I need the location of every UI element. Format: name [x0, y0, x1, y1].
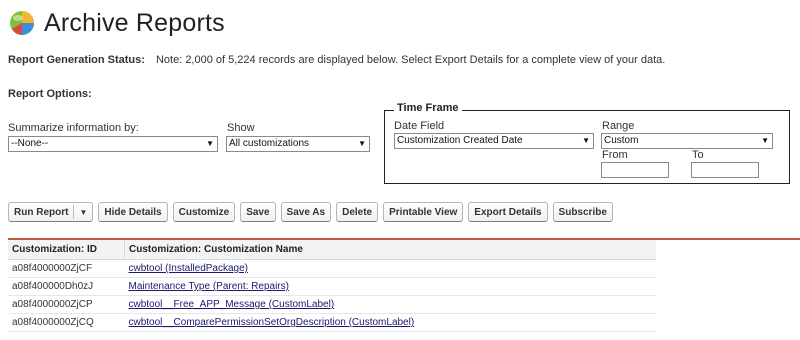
from-date-input[interactable] — [601, 162, 669, 178]
table-header-row: Customization: ID Customization: Customi… — [8, 240, 656, 260]
page-header: Archive Reports — [8, 6, 225, 40]
cell-id: a08f400000Dh0zJ — [8, 277, 125, 296]
show-select-value: All customizations — [229, 138, 310, 149]
run-report-button[interactable]: Run Report ▼ — [8, 202, 94, 222]
export-details-button[interactable]: Export Details — [468, 202, 548, 222]
chevron-down-icon[interactable]: ▼ — [79, 208, 87, 217]
column-header-id[interactable]: Customization: ID — [8, 240, 125, 260]
column-header-name[interactable]: Customization: Customization Name — [124, 240, 656, 260]
customization-link[interactable]: cwbtool (InstalledPackage) — [129, 263, 249, 274]
range-label: Range — [602, 120, 635, 132]
cell-name: cwbtool__Free_APP_Message (CustomLabel) — [124, 295, 656, 314]
customization-link[interactable]: Maintenance Type (Parent: Repairs) — [129, 281, 289, 292]
date-field-select[interactable]: Customization Created Date ▼ — [394, 133, 594, 149]
table-row: a08f4000000ZjCP cwbtool__Free_APP_Messag… — [8, 295, 656, 314]
chevron-down-icon: ▼ — [582, 136, 590, 145]
button-divider — [73, 205, 75, 219]
customize-button[interactable]: Customize — [172, 202, 236, 222]
to-date-input[interactable] — [691, 162, 759, 178]
table-row: a08f4000000ZjCQ cwbtool__ComparePermissi… — [8, 313, 656, 332]
page-title: Archive Reports — [44, 8, 225, 37]
cell-name: cwbtool__ComparePermissionSetOrgDescript… — [124, 313, 656, 332]
reports-logo-icon — [10, 11, 34, 35]
printable-view-button[interactable]: Printable View — [383, 202, 464, 222]
date-field-label: Date Field — [394, 120, 445, 132]
to-label: To — [692, 149, 704, 161]
report-status: Report Generation Status: Note: 2,000 of… — [8, 54, 665, 66]
table-row: a08f400000Dh0zJ Maintenance Type (Parent… — [8, 277, 656, 296]
report-toolbar: Run Report ▼ Hide Details Customize Save… — [8, 202, 613, 222]
timeframe-legend: Time Frame — [394, 102, 462, 114]
chevron-down-icon: ▼ — [761, 136, 769, 145]
subscribe-button[interactable]: Subscribe — [552, 202, 613, 222]
cell-id: a08f4000000ZjCQ — [8, 313, 125, 332]
delete-button[interactable]: Delete — [336, 202, 379, 222]
table-row: a08f4000000ZjCF cwbtool (InstalledPackag… — [8, 259, 656, 278]
report-table: Customization: ID Customization: Customi… — [8, 240, 656, 332]
cell-name: cwbtool (InstalledPackage) — [124, 259, 656, 278]
report-options-label: Report Options: — [8, 88, 92, 100]
run-report-label: Run Report — [14, 206, 69, 218]
date-field-value: Customization Created Date — [397, 135, 523, 146]
customization-link[interactable]: cwbtool__ComparePermissionSetOrgDescript… — [129, 317, 415, 328]
chevron-down-icon: ▼ — [206, 139, 214, 148]
range-value: Custom — [604, 135, 639, 146]
save-as-button[interactable]: Save As — [280, 202, 332, 222]
summarize-select[interactable]: --None-- ▼ — [8, 136, 218, 152]
status-note: Note: 2,000 of 5,224 records are display… — [155, 54, 666, 66]
save-button[interactable]: Save — [240, 202, 276, 222]
summarize-select-value: --None-- — [11, 138, 49, 149]
cell-id: a08f4000000ZjCF — [8, 259, 125, 278]
customization-link[interactable]: cwbtool__Free_APP_Message (CustomLabel) — [129, 299, 335, 310]
from-label: From — [602, 149, 628, 161]
hide-details-button[interactable]: Hide Details — [98, 202, 168, 222]
cell-name: Maintenance Type (Parent: Repairs) — [124, 277, 656, 296]
show-select[interactable]: All customizations ▼ — [226, 136, 370, 152]
summarize-label: Summarize information by: — [8, 122, 139, 134]
show-label: Show — [227, 122, 255, 134]
status-label: Report Generation Status: — [8, 54, 145, 66]
cell-id: a08f4000000ZjCP — [8, 295, 125, 314]
range-select[interactable]: Custom ▼ — [601, 133, 773, 149]
chevron-down-icon: ▼ — [358, 139, 366, 148]
